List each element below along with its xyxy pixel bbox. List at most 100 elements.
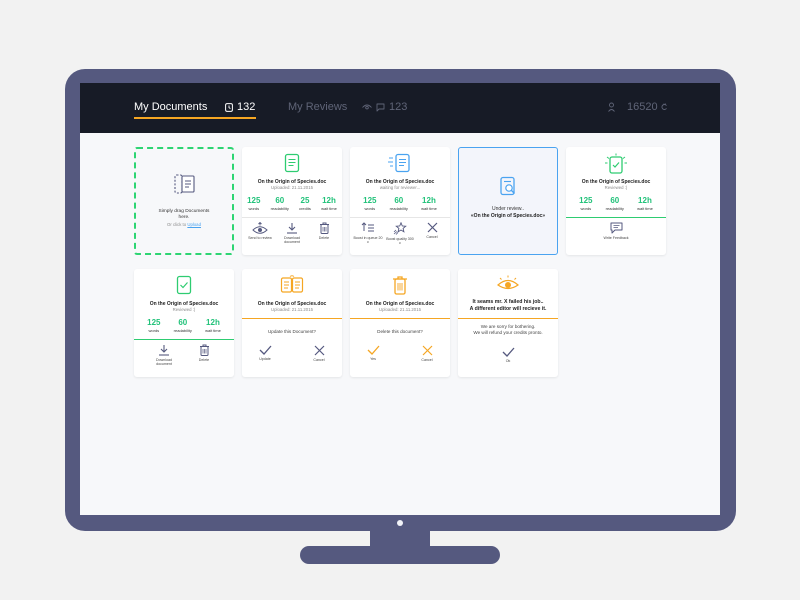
document-clock-icon (225, 102, 233, 112)
card-divider (242, 217, 342, 218)
download-label: Download document (284, 236, 300, 245)
send-to-review-button[interactable]: Send to review (245, 222, 275, 245)
card-actions: Boost in queue 20 c Boost quality 300 c … (350, 222, 450, 246)
boost-queue-label: Boost in queue 20 c (353, 236, 383, 245)
document-card-under-review: Under review.. «On the Origin of Species… (458, 147, 558, 255)
tab-my-reviews[interactable]: My Reviews (288, 101, 347, 113)
stat-wait-value: 12h (422, 196, 436, 205)
stat-words-value: 125 (363, 196, 377, 205)
stat-words-label: words (248, 206, 260, 211)
stat-words-label: words (580, 206, 592, 211)
cancel-button[interactable]: Cancel (304, 345, 334, 362)
failed-msg2: We will refund your credits pronto. (473, 330, 543, 336)
document-card-uploaded: On the Origin of Species.doc Uploaded: 2… (242, 147, 342, 255)
document-fast-icon (388, 153, 410, 173)
stage: My Documents 132 My Reviews 123 16520 Si… (0, 0, 800, 600)
stat-wait-value: 12h (638, 196, 652, 205)
update-button[interactable]: Update (250, 345, 280, 362)
document-replace-icon (280, 275, 304, 293)
chat-bubble-icon (376, 103, 385, 111)
close-icon (427, 222, 437, 233)
stat-wait-label: wait time (205, 328, 221, 333)
dropzone-subtext: Or click to Upload (136, 222, 232, 227)
card-divider (242, 318, 342, 319)
credits-balance: 16520 (627, 101, 668, 113)
check-icon (259, 345, 271, 355)
upload-link[interactable]: Upload (187, 222, 201, 227)
document-check-icon (176, 275, 192, 295)
delete-button[interactable]: Delete (309, 222, 339, 245)
card-divider (350, 318, 450, 319)
card-divider (566, 217, 666, 218)
document-status: Reviewed :) (604, 185, 628, 190)
upload-dropzone[interactable]: Simply drag Documents here. Or click to … (134, 147, 234, 255)
stat-readability-value: 60 (178, 318, 188, 327)
send-to-review-label: Send to review (248, 236, 272, 240)
stat-words-label: words (364, 206, 376, 211)
stat-readability-label: readability (173, 328, 192, 333)
ok-button[interactable]: Ok (493, 347, 523, 363)
cancel-label: Cancel (426, 235, 438, 239)
eye-icon (362, 104, 372, 109)
write-feedback-label: Write Feedback (603, 236, 629, 240)
document-card-reviewer-failed: It seams mr. X failed his job.. A differ… (458, 269, 558, 377)
user-icon[interactable] (608, 102, 615, 112)
write-feedback-button[interactable]: Write Feedback (601, 222, 631, 240)
stat-readability-label: readability (605, 206, 624, 211)
stat-readability-value: 60 (610, 196, 620, 205)
boost-queue-icon (361, 222, 374, 232)
document-icon (284, 153, 300, 173)
reviews-count: 123 (389, 101, 408, 113)
stat-words-value: 125 (247, 196, 261, 205)
document-reviewed-icon (605, 153, 627, 174)
stat-wait-value: 12h (206, 318, 220, 327)
delete-button[interactable]: Delete (189, 344, 219, 367)
failed-line1: It seams mr. X failed his job.. (472, 299, 544, 305)
boost-quality-button[interactable]: Boost quality 300 c (385, 222, 415, 246)
stat-wait-value: 12h (322, 196, 336, 205)
failed-line2: A different editor will recieve it. (469, 306, 547, 313)
documents-count: 132 (237, 101, 256, 113)
document-stats: 125 words 60 readability 12h wait time (134, 318, 234, 333)
trash-icon (319, 222, 329, 234)
document-card-update: On the Origin of Species.doc Uploaded: 2… (242, 269, 342, 377)
stat-readability-label: readability (270, 206, 289, 211)
cancel-label: Cancel (313, 358, 325, 362)
under-review-document: «On the Origin of Species.doc» (470, 213, 546, 219)
tab-my-documents[interactable]: My Documents (134, 101, 207, 113)
document-card-delete: On the Origin of Species.doc Uploaded: 2… (350, 269, 450, 377)
boost-queue-button[interactable]: Boost in queue 20 c (353, 222, 383, 246)
download-button[interactable]: Download document (149, 344, 179, 367)
delete-label: Delete (198, 358, 210, 362)
download-label: Download document (156, 358, 172, 367)
delete-question: Delete this document? (377, 329, 423, 334)
credits-value: 16520 (627, 101, 658, 113)
close-icon (422, 345, 432, 356)
cancel-button[interactable]: Cancel (412, 345, 442, 362)
yes-label: Yes (370, 357, 376, 361)
stat-credits-label: credits (299, 206, 311, 211)
card-actions: Send to review Download document Delete (242, 222, 342, 245)
download-button[interactable]: Download document (277, 222, 307, 245)
dropzone-or-click: Or click to (167, 222, 187, 227)
delete-confirm-actions: Yes Cancel (350, 345, 450, 362)
card-divider (134, 339, 234, 340)
screen: My Documents 132 My Reviews 123 16520 Si… (80, 83, 720, 515)
confirm-delete-button[interactable]: Yes (358, 345, 388, 362)
eye-upload-icon (252, 222, 268, 234)
stat-words-label: words (148, 328, 160, 333)
cancel-label: Cancel (421, 358, 433, 362)
failed-title: It seams mr. X failed his job.. A differ… (458, 299, 558, 314)
stat-wait-label: wait time (321, 206, 337, 211)
ok-label: Ok (505, 359, 511, 363)
document-stats: 125 words 60 readability 12h wait time (566, 196, 666, 211)
document-search-icon (500, 176, 515, 196)
trash-icon (393, 276, 407, 295)
dropzone-instructions: Simply drag Documents here. (136, 209, 232, 222)
credit-coin-icon (661, 103, 667, 110)
cancel-button[interactable]: Cancel (417, 222, 447, 246)
star-boost-icon (393, 222, 407, 235)
dropzone-line2: here. (178, 215, 190, 221)
stat-readability-label: readability (389, 206, 408, 211)
top-bar: My Documents 132 My Reviews 123 16520 (80, 83, 720, 133)
